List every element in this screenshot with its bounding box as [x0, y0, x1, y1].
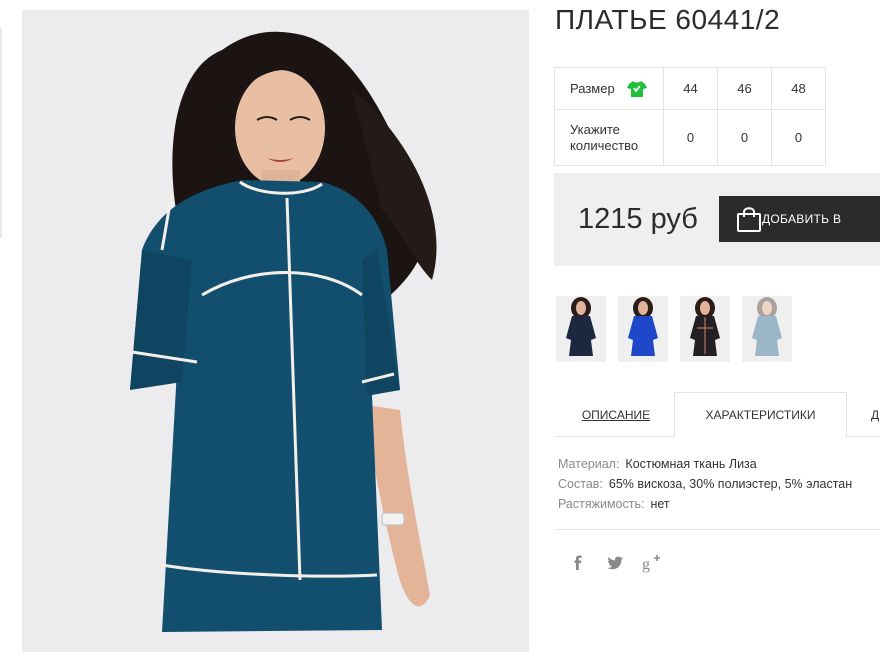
quantity-input-44[interactable]: 0 [663, 109, 718, 166]
thumbnail-image [618, 296, 668, 362]
quantity-input-48[interactable]: 0 [771, 109, 826, 166]
add-to-cart-label: ДОБАВИТЬ В [762, 212, 842, 226]
characteristic-key: Растяжимость: [558, 497, 645, 511]
quantity-label-line2: количество [570, 137, 639, 153]
characteristic-value: нет [650, 497, 670, 511]
main-product-photo[interactable] [22, 10, 529, 652]
thumbnail-black-dress[interactable] [680, 296, 730, 362]
characteristic-row: Растяжимость: нет [558, 494, 852, 514]
characteristics-list: Материал: Костюмная ткань Лиза Состав: 65%… [558, 454, 852, 514]
quantity-input-46[interactable]: 0 [717, 109, 772, 166]
tab-delivery[interactable]: Д [847, 392, 880, 437]
thumbnail-image [680, 296, 730, 362]
thumbnail-image [556, 296, 606, 362]
characteristic-row: Состав: 65% вискоза, 30% полиэстер, 5% эл… [558, 474, 852, 494]
thumbnail-image [742, 296, 792, 362]
size-option-46[interactable]: 46 [717, 67, 772, 110]
add-to-cart-button[interactable]: ДОБАВИТЬ В [719, 196, 880, 242]
shopping-bag-icon [737, 207, 761, 232]
tab-characteristics[interactable]: ХАРАКТЕРИСТИКИ [674, 392, 847, 438]
price-panel: 1215 руб ДОБАВИТЬ В [554, 173, 880, 266]
quantity-row: Укажите количество 0 0 0 [554, 109, 826, 166]
facebook-icon[interactable] [567, 552, 589, 574]
size-option-44[interactable]: 44 [663, 67, 718, 110]
characteristic-value: Костюмная ткань Лиза [625, 457, 757, 471]
size-option-48[interactable]: 48 [771, 67, 826, 110]
thumbnail-royal-blue-dress[interactable] [618, 296, 668, 362]
product-tabs: ОПИСАНИЕ ХАРАКТЕРИСТИКИ Д [556, 392, 880, 438]
characteristic-row: Материал: Костюмная ткань Лиза [558, 454, 852, 474]
characteristic-value: 65% вискоза, 30% полиэстер, 5% эластан [608, 477, 853, 491]
product-price: 1215 руб [578, 203, 698, 235]
thumbnail-light-blue-dress[interactable] [742, 296, 792, 362]
section-divider [556, 529, 880, 530]
size-quantity-table: Размер 44 46 48 Укажите количество 0 0 0 [554, 67, 826, 166]
size-label: Размер [570, 81, 615, 96]
twitter-icon[interactable] [604, 552, 626, 574]
quantity-label-cell: Укажите количество [554, 109, 664, 166]
size-row: Размер 44 46 48 [554, 67, 826, 110]
left-edge-strip [0, 28, 2, 238]
characteristic-key: Состав: [558, 477, 603, 491]
characteristic-key: Материал: [558, 457, 620, 471]
size-label-cell: Размер [554, 67, 664, 110]
quantity-label-line1: Укажите [570, 121, 620, 137]
thumbnail-dark-navy-dress[interactable] [556, 296, 606, 362]
google-plus-icon[interactable]: g [641, 552, 663, 574]
dress-model-image [22, 10, 529, 652]
product-title: ПЛАТЬЕ 60441/2 [555, 4, 781, 35]
tshirt-icon[interactable] [626, 80, 647, 98]
tab-description[interactable]: ОПИСАНИЕ [556, 392, 676, 437]
svg-text:g: g [642, 556, 650, 573]
